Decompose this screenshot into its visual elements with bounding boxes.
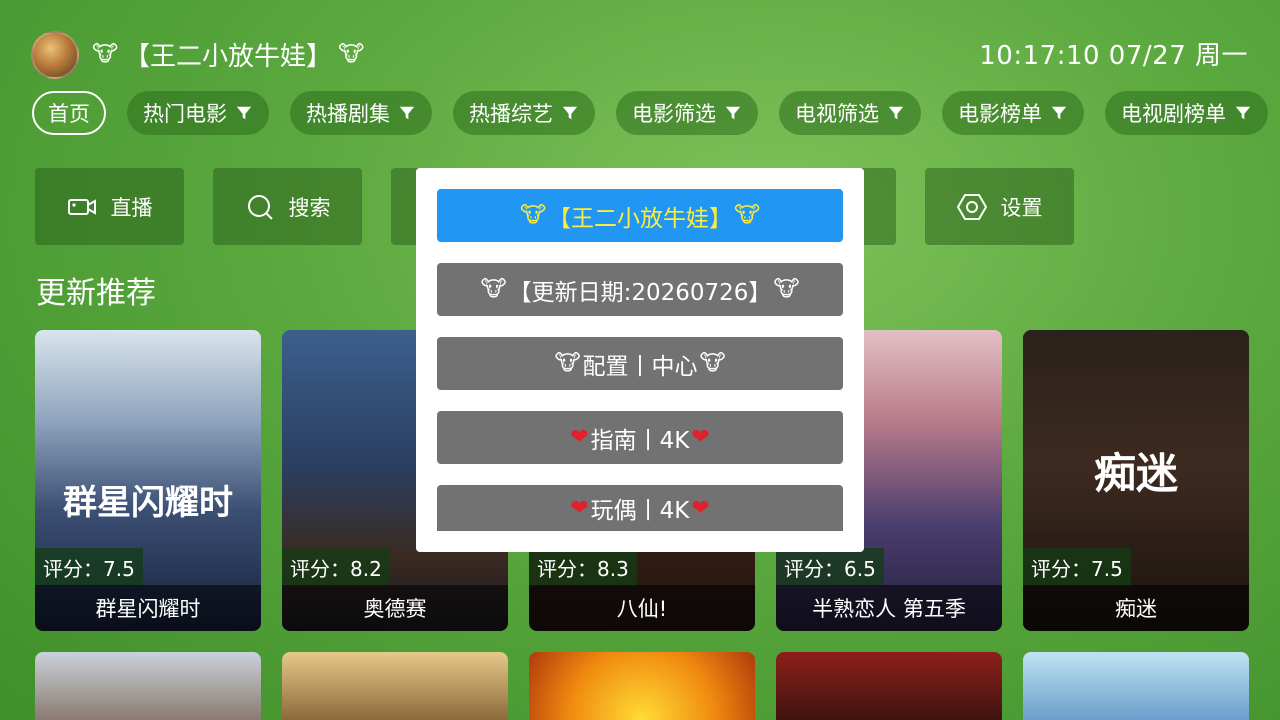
rating-badge: 评分：7.5 — [1023, 548, 1131, 586]
app-title-text: 【王二小放牛娃】 — [124, 42, 333, 72]
video-camera-icon — [67, 198, 96, 215]
source-option[interactable]: ❤ 指南丨4K ❤ — [437, 411, 843, 464]
source-option[interactable]: ❤ 玩偶丨4K ❤ — [437, 485, 843, 531]
filter-icon — [1051, 106, 1067, 120]
nav-tv-ranking[interactable]: 电视剧榜单 — [1105, 91, 1268, 135]
heart-icon: ❤ — [691, 495, 710, 521]
cow-icon: 🐮 — [480, 276, 507, 302]
filter-icon — [1235, 106, 1251, 120]
poster-card[interactable]: 痴迷 评分：7.5 痴迷 — [1023, 330, 1249, 631]
rating-badge: 评分：6.5 — [776, 548, 884, 586]
source-option[interactable]: 🐮 配置丨中心 🐮 — [437, 337, 843, 390]
poster-card[interactable] — [35, 652, 261, 720]
tile-label: 设置 — [1000, 195, 1043, 220]
search-icon — [247, 194, 273, 220]
top-nav: 首页 热门电影 热播剧集 热播综艺 电影筛选 电视筛选 电影榜单 电视剧榜单 — [32, 91, 1268, 135]
poster-card[interactable] — [282, 652, 508, 720]
nav-hot-variety[interactable]: 热播综艺 — [453, 91, 595, 135]
nav-home[interactable]: 首页 — [32, 91, 106, 135]
nav-label: 热播综艺 — [469, 102, 553, 126]
rating-badge: 评分：8.3 — [529, 548, 637, 586]
filter-icon — [236, 106, 252, 120]
app-title: 🐮 【王二小放牛娃】 🐮 — [92, 36, 364, 73]
nav-tv-filter[interactable]: 电视筛选 — [779, 91, 921, 135]
source-option-label: 【王二小放牛娃】 — [548, 205, 732, 232]
source-option-label: 配置丨中心 — [582, 353, 698, 380]
poster-art-text: 群星闪耀时 — [63, 483, 233, 523]
cow-icon: 🐮 — [734, 202, 761, 228]
rating-badge: 评分：8.2 — [282, 548, 390, 586]
heart-icon: ❤ — [691, 425, 710, 450]
nav-movie-filter[interactable]: 电影筛选 — [616, 91, 758, 135]
tile-live[interactable]: 直播 — [35, 168, 184, 245]
clock: 10:17:10 07/27 周一 — [979, 41, 1248, 71]
tile-label: 直播 — [110, 195, 153, 220]
poster-card[interactable]: 群星闪耀时 评分：7.5 群星闪耀时 — [35, 330, 261, 631]
nav-label: 热门电影 — [143, 102, 227, 126]
cow-icon: 🐮 — [699, 350, 726, 376]
poster-title: 半熟恋人 第五季 — [776, 585, 1002, 631]
poster-card[interactable] — [529, 652, 755, 720]
cow-icon: 🐮 — [338, 41, 365, 67]
poster-title: 群星闪耀时 — [35, 585, 261, 631]
cow-icon: 🐮 — [519, 202, 546, 228]
section-title: 更新推荐 — [36, 276, 156, 311]
source-option-label: 指南丨4K — [590, 427, 690, 454]
nav-label: 电视筛选 — [795, 102, 879, 126]
tile-label: 搜索 — [288, 195, 331, 220]
source-picker-dialog: 🐮 【王二小放牛娃】 🐮 🐮 【更新日期:20260726】 🐮 🐮 配置丨中心… — [416, 168, 864, 552]
filter-icon — [888, 106, 904, 120]
poster-card[interactable] — [776, 652, 1002, 720]
poster-art-text: 痴迷 — [1093, 449, 1178, 498]
tile-search[interactable]: 搜索 — [213, 168, 362, 245]
nav-label: 热播剧集 — [306, 102, 390, 126]
poster-title: 痴迷 — [1023, 585, 1249, 631]
nav-label: 电影榜单 — [958, 102, 1042, 126]
filter-icon — [725, 106, 741, 120]
tile-settings[interactable]: 设置 — [925, 168, 1074, 245]
avatar — [31, 31, 79, 79]
cow-icon: 🐮 — [92, 41, 119, 67]
nav-hot-series[interactable]: 热播剧集 — [290, 91, 432, 135]
poster-card[interactable] — [1023, 652, 1249, 720]
poster-title: 奥德赛 — [282, 585, 508, 631]
nav-label: 电视剧榜单 — [1121, 102, 1226, 126]
nav-label: 电影筛选 — [632, 102, 716, 126]
filter-icon — [562, 106, 578, 120]
nav-label: 首页 — [48, 102, 90, 126]
heart-icon: ❤ — [570, 425, 589, 450]
settings-icon — [956, 193, 987, 220]
nav-movie-ranking[interactable]: 电影榜单 — [942, 91, 1084, 135]
source-option-label: 【更新日期:20260726】 — [508, 279, 772, 306]
source-option[interactable]: 🐮 【王二小放牛娃】 🐮 — [437, 189, 843, 242]
filter-icon — [399, 106, 415, 120]
nav-hot-movies[interactable]: 热门电影 — [127, 91, 269, 135]
source-option[interactable]: 🐮 【更新日期:20260726】 🐮 — [437, 263, 843, 316]
rating-badge: 评分：7.5 — [35, 548, 143, 586]
cow-icon: 🐮 — [773, 276, 800, 302]
heart-icon: ❤ — [570, 495, 589, 521]
source-option-label: 玩偶丨4K — [590, 498, 690, 524]
cow-icon: 🐮 — [554, 350, 581, 376]
poster-title: 八仙! — [529, 585, 755, 631]
